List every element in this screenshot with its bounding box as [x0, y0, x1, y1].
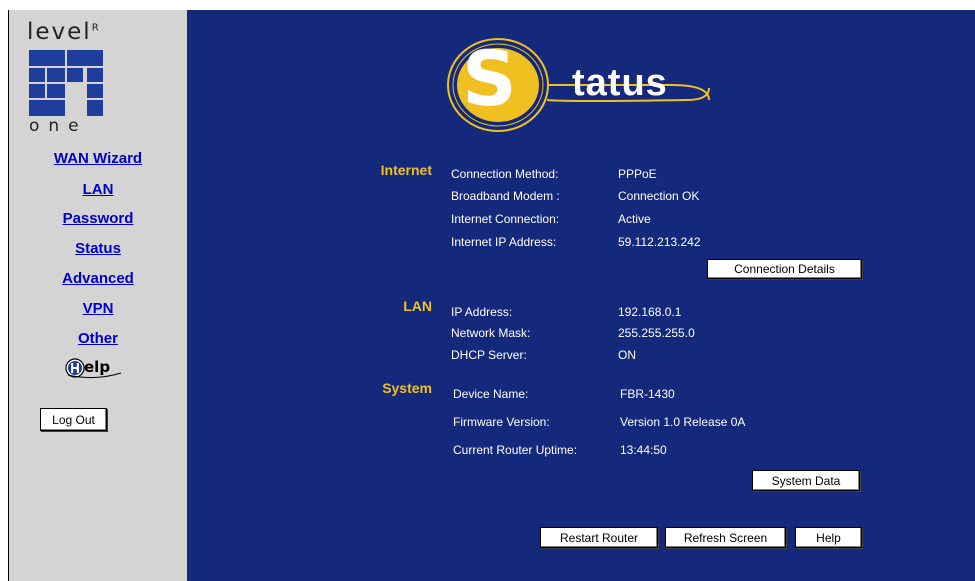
nav-other[interactable]: Other [9, 330, 187, 347]
field-value-internet-ip: 59.112.213.242 [618, 235, 701, 249]
field-label-internet-connection: Internet Connection: [451, 212, 560, 226]
help-button[interactable]: Help [795, 527, 862, 548]
nav-advanced[interactable]: Advanced [9, 270, 187, 287]
logo-level-word: level [27, 19, 92, 45]
section-system: System [382, 380, 432, 396]
status-title-rest: tatus [572, 62, 668, 104]
levelone-logo: levelR one [27, 19, 107, 136]
field-value-device-name: FBR-1430 [620, 387, 675, 401]
field-label-connection-method: Connection Method: [451, 167, 559, 181]
nav-password[interactable]: Password [9, 210, 187, 227]
nav-status[interactable]: Status [9, 240, 187, 257]
system-data-button[interactable]: System Data [752, 470, 860, 491]
nav-lan[interactable]: LAN [9, 181, 187, 198]
nav-vpn[interactable]: VPN [9, 300, 187, 317]
connection-details-button[interactable]: Connection Details [707, 259, 862, 279]
help-link[interactable]: elp [65, 357, 125, 379]
logo-level-text: levelR [27, 19, 101, 45]
field-label-router-uptime: Current Router Uptime: [453, 443, 578, 457]
section-lan: LAN [403, 298, 432, 314]
field-label-firmware-version: Firmware Version: [453, 415, 550, 429]
field-label-broadband-modem: Broadband Modem : [451, 189, 560, 203]
section-internet: Internet [380, 162, 432, 178]
status-title-big-letter: S [462, 34, 517, 123]
help-link-text: elp [84, 358, 111, 376]
field-value-broadband-modem: Connection OK [618, 189, 700, 203]
logo-one-text: one [29, 116, 88, 136]
field-value-ip-address: 192.168.0.1 [618, 305, 682, 319]
field-value-router-uptime: 13:44:50 [620, 443, 667, 457]
field-value-firmware-version: Version 1.0 Release 0A [620, 415, 746, 429]
field-label-device-name: Device Name: [453, 387, 529, 401]
field-label-ip-address: IP Address: [451, 305, 513, 319]
field-value-connection-method: PPPoE [618, 167, 657, 181]
field-value-network-mask: 255.255.255.0 [618, 326, 695, 340]
field-value-internet-connection: Active [618, 212, 651, 226]
field-label-dhcp-server: DHCP Server: [451, 348, 527, 362]
restart-router-button[interactable]: Restart Router [540, 527, 658, 548]
logo-registered-mark: R [91, 22, 101, 34]
nav-wan-wizard[interactable]: WAN Wizard [9, 150, 187, 167]
field-value-dhcp-server: ON [618, 348, 636, 362]
field-label-internet-ip: Internet IP Address: [451, 235, 557, 249]
logo-grid-icon [29, 50, 103, 116]
field-label-network-mask: Network Mask: [451, 326, 531, 340]
logout-button[interactable]: Log Out [40, 408, 107, 431]
refresh-screen-button[interactable]: Refresh Screen [665, 527, 786, 548]
